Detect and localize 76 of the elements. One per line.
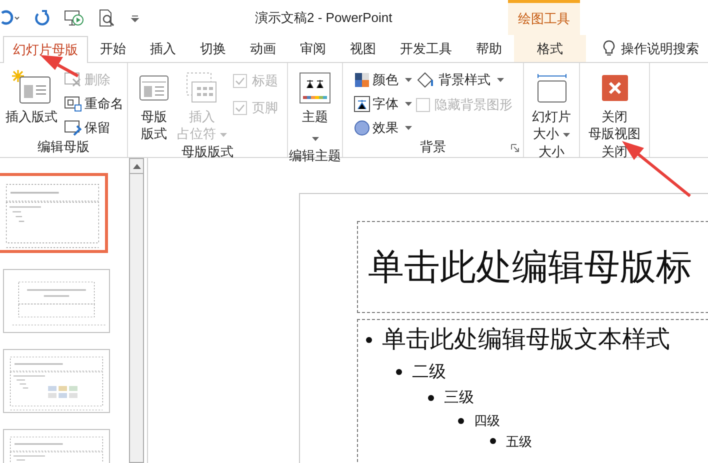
annotation-arrow <box>40 55 79 78</box>
tell-me-search[interactable]: 操作说明搜索 <box>621 38 699 58</box>
contextual-tab-header: 绘图工具 <box>508 0 580 35</box>
ribbon-icon <box>186 72 218 104</box>
group-label: 大小 <box>538 143 564 161</box>
dialog-launcher-icon[interactable] <box>511 144 519 152</box>
caret-icon <box>312 136 318 141</box>
redo-icon[interactable] <box>34 10 50 26</box>
ribbon-icon <box>10 68 54 106</box>
group-label: 关闭 <box>602 143 628 161</box>
window-title: 演示文稿2 - PowerPoint <box>255 8 394 27</box>
ribbon-button[interactable]: 主题 <box>297 67 333 146</box>
ribbon-icon <box>602 74 628 100</box>
ribbon-button[interactable]: 母版 版式 <box>137 67 172 142</box>
ribbon-tab[interactable]: 格式 <box>514 35 586 62</box>
ribbon-icon <box>354 120 370 136</box>
checkbox-label: 页脚 <box>252 99 278 118</box>
ribbon-icon <box>64 72 82 88</box>
bullet-icon <box>366 337 372 343</box>
ribbon-icon <box>354 72 370 88</box>
ribbon-icon <box>416 70 436 88</box>
ribbon-tab[interactable]: 动画 <box>238 35 288 62</box>
caret-icon <box>404 78 412 82</box>
caret-icon <box>562 132 570 137</box>
bullet-icon <box>396 368 402 375</box>
ribbon-icon <box>64 120 82 136</box>
ribbon-icon <box>139 72 170 102</box>
group-label: 背景 <box>420 138 446 156</box>
undo-icon[interactable] <box>0 10 20 26</box>
caret-icon <box>404 102 412 106</box>
ribbon-button[interactable]: 字体 <box>354 94 412 113</box>
customize-menu-icon[interactable] <box>130 12 140 22</box>
lightbulb-icon <box>603 40 615 57</box>
ribbon-tab[interactable]: 开发工具 <box>388 35 464 62</box>
bullet-icon <box>428 394 434 401</box>
scrollbar[interactable] <box>129 158 144 463</box>
slide-thumbnail[interactable] <box>3 269 110 333</box>
group-label: 编辑主题 <box>289 147 341 165</box>
ribbon-tab[interactable]: 插入 <box>138 35 188 62</box>
slideshow-icon[interactable] <box>64 8 84 26</box>
ribbon-button[interactable]: 幻灯片 大小 <box>530 67 573 142</box>
scroll-up-icon[interactable] <box>132 164 140 168</box>
print-preview-icon[interactable] <box>98 8 116 26</box>
ribbon-button[interactable]: 颜色 <box>354 70 412 89</box>
ribbon-icon <box>536 72 568 104</box>
ribbon-tab[interactable]: 帮助 <box>464 35 514 62</box>
checkbox-label: 标题 <box>252 72 278 90</box>
caret-icon <box>404 126 412 130</box>
ribbon-tab[interactable]: 开始 <box>88 35 138 62</box>
bullet-text[interactable]: 二级 <box>412 359 446 384</box>
ribbon-tab[interactable]: 视图 <box>338 35 388 62</box>
bullet-text[interactable]: 三级 <box>444 386 474 409</box>
ribbon-button[interactable]: 重命名 <box>64 94 124 113</box>
ribbon-tab[interactable]: 切换 <box>188 35 238 62</box>
caret-icon <box>220 132 227 137</box>
ribbon-icon <box>354 96 370 112</box>
slide-thumbnail[interactable] <box>0 173 108 253</box>
group-label: 母版版式 <box>182 143 234 161</box>
caret-icon <box>496 78 504 82</box>
ribbon-icon <box>299 72 331 104</box>
checkbox-label: 隐藏背景图形 <box>434 96 512 114</box>
bullet-text[interactable]: 五级 <box>506 432 532 451</box>
bullet-text[interactable]: 单击此处编辑母版文本样式 <box>382 322 670 358</box>
ribbon-button[interactable]: 效果 <box>354 118 412 137</box>
ribbon-button[interactable]: 背景样式 <box>416 70 512 89</box>
ribbon-tab[interactable]: 幻灯片母版 <box>3 36 88 63</box>
group-label: 编辑母版 <box>38 138 90 156</box>
ribbon-tab[interactable]: 审阅 <box>288 35 338 62</box>
bullet-text[interactable]: 四级 <box>474 411 500 430</box>
ribbon-button[interactable]: 关闭 母版视图 <box>586 67 642 142</box>
bullet-icon <box>458 418 464 424</box>
slide-thumbnail[interactable] <box>3 349 110 413</box>
bullet-icon <box>490 438 496 444</box>
ribbon-icon <box>64 96 82 112</box>
ribbon-button[interactable]: 插入版式 <box>4 67 60 125</box>
ribbon-button[interactable]: 保留 <box>64 118 124 137</box>
